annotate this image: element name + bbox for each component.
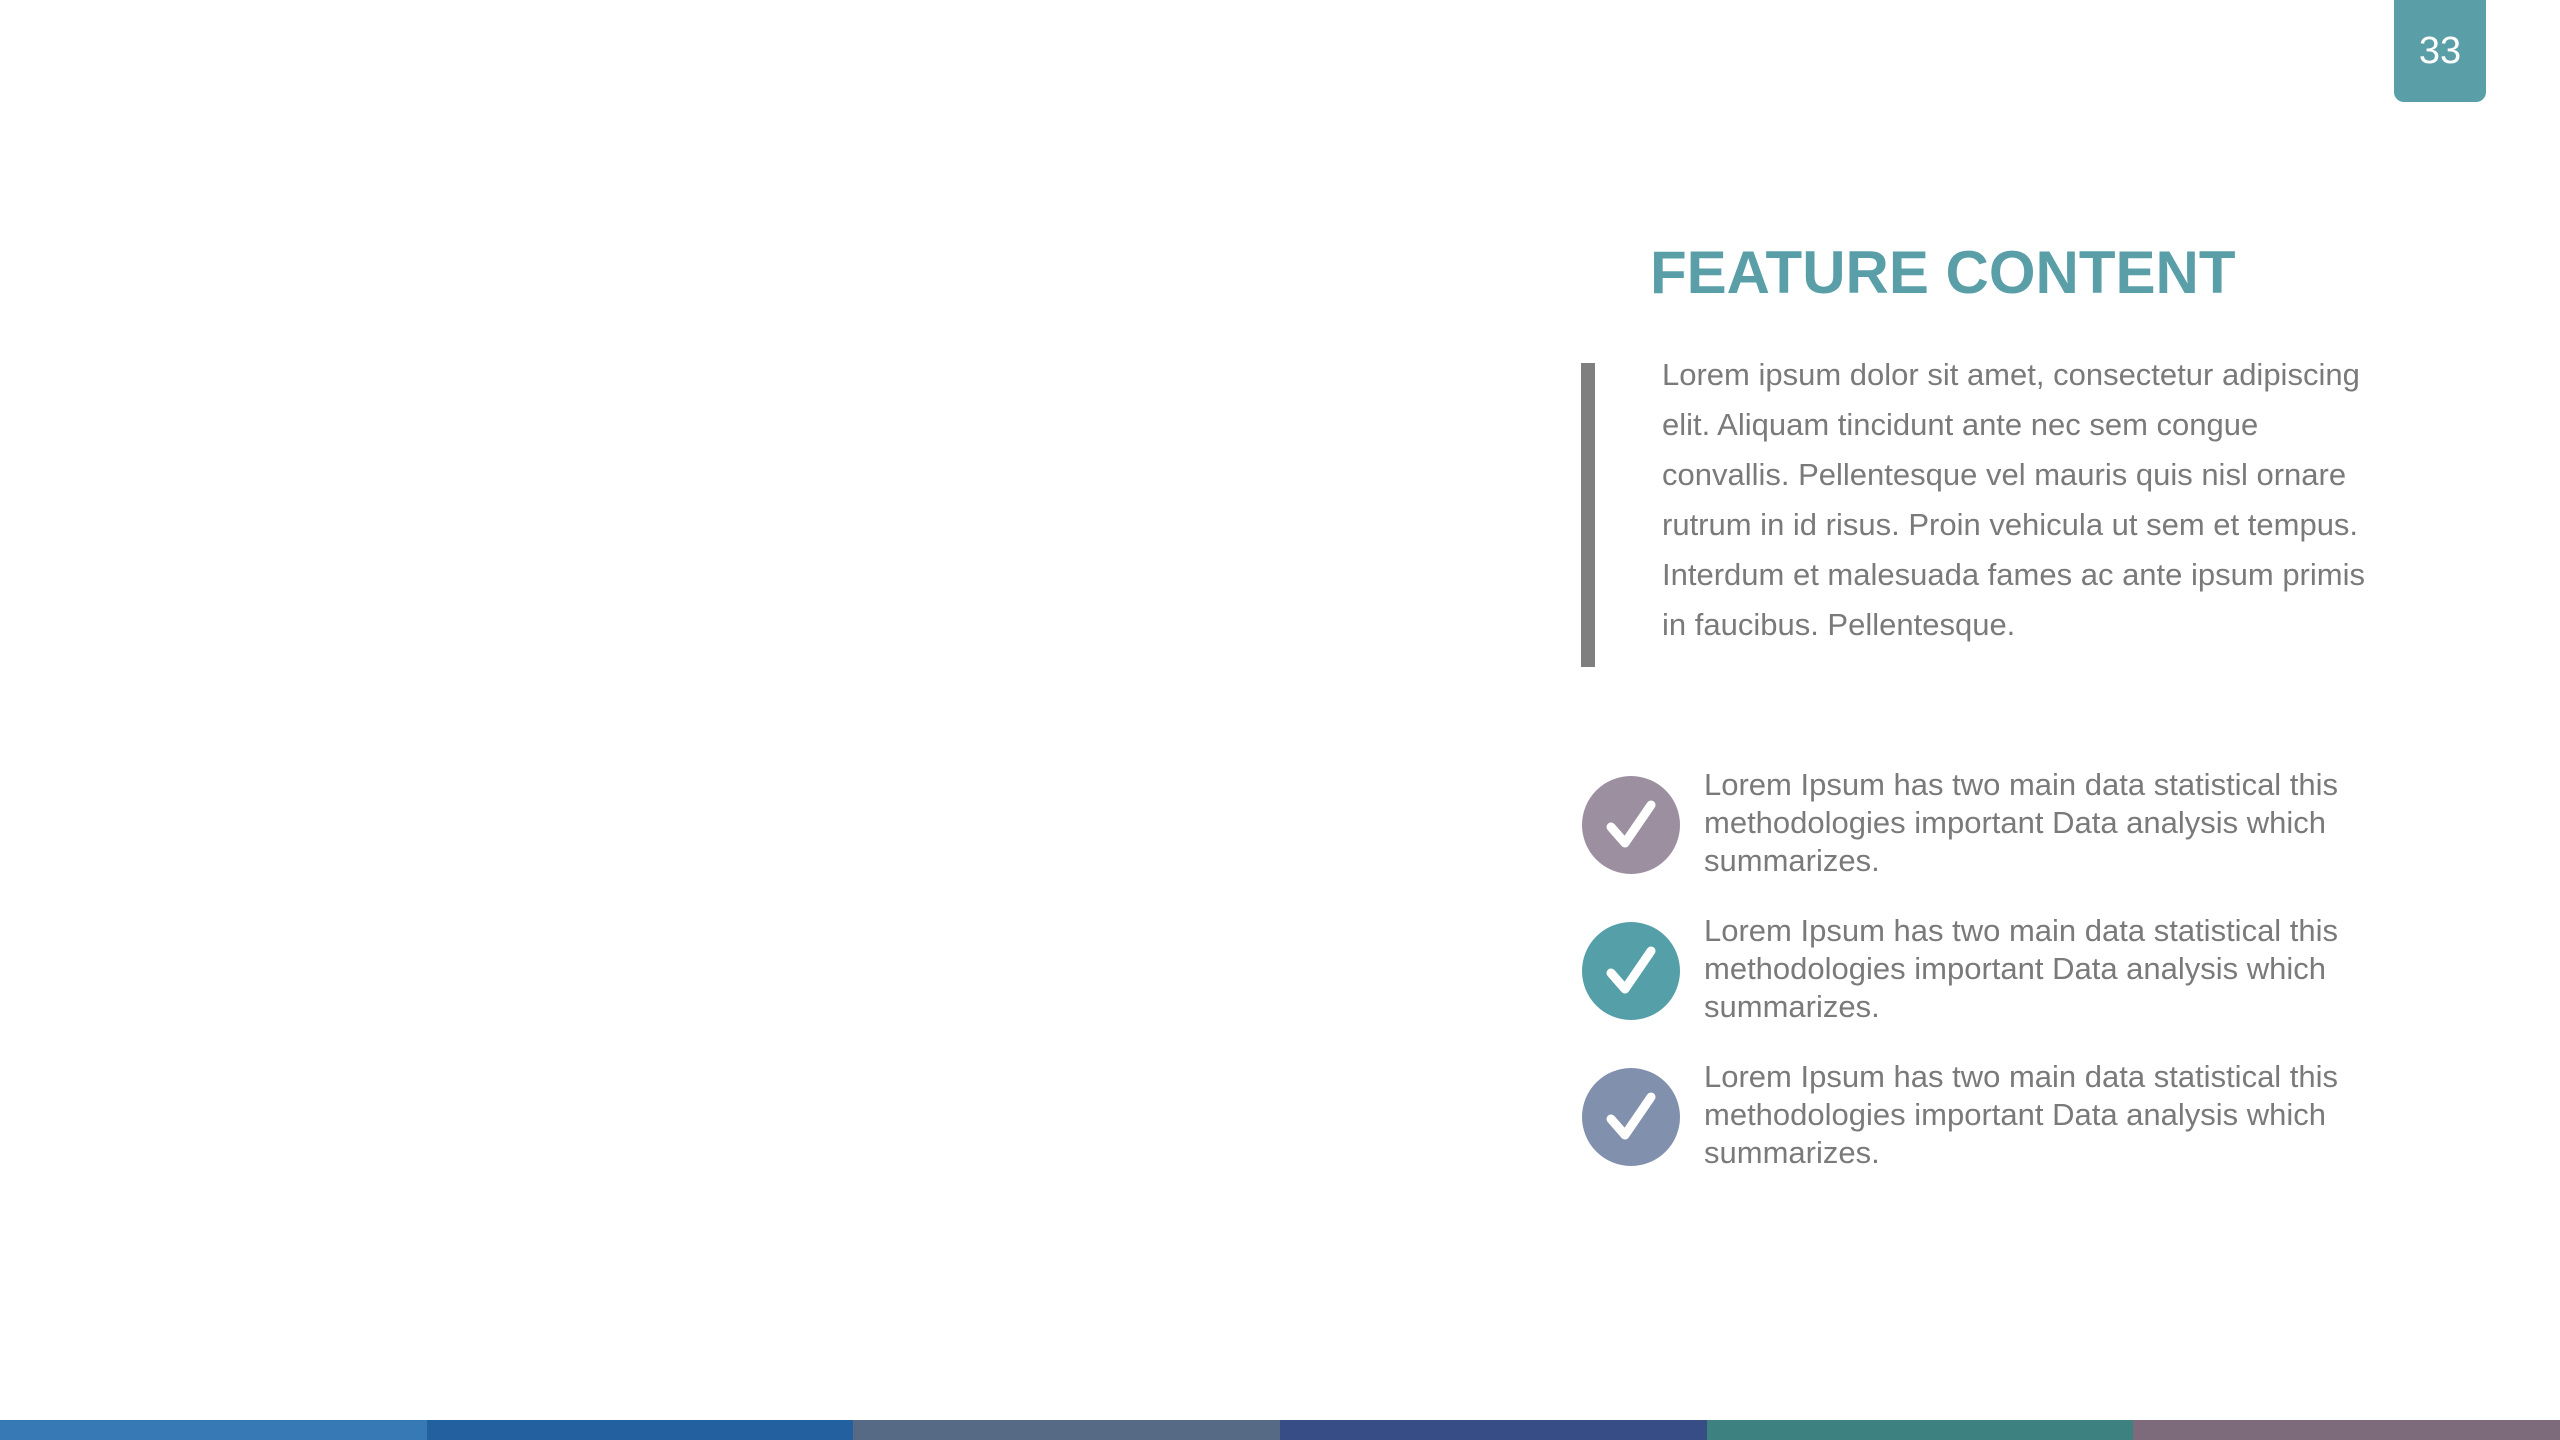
page-number-badge: 33 [2394, 0, 2486, 102]
footer-segment [2133, 1420, 2560, 1440]
check-icon [1582, 1068, 1680, 1166]
footer-segment [853, 1420, 1281, 1440]
feature-item: Lorem Ipsum has two main data statistica… [1582, 1058, 2382, 1204]
footer-segment [426, 1420, 854, 1440]
page-number: 33 [2418, 29, 2462, 72]
footer-segment [0, 1420, 427, 1440]
check-icon [1582, 776, 1680, 874]
quote-bar [1581, 363, 1595, 667]
footer-segment [1280, 1420, 1707, 1440]
footer-color-bar [0, 1420, 2560, 1440]
intro-paragraph: Lorem ipsum dolor sit amet, consectetur … [1662, 357, 2365, 642]
feature-text: Lorem Ipsum has two main data statistica… [1704, 1059, 2339, 1170]
footer-segment [1706, 1420, 2134, 1440]
feature-item: Lorem Ipsum has two main data statistica… [1582, 766, 2382, 912]
slide: 33 FEATURE CONTENT Lorem ipsum dolor sit… [0, 0, 2560, 1440]
feature-text: Lorem Ipsum has two main data statistica… [1704, 913, 2339, 1024]
feature-list: Lorem Ipsum has two main data statistica… [1582, 766, 2382, 1204]
feature-text: Lorem Ipsum has two main data statistica… [1704, 767, 2339, 878]
slide-title: FEATURE CONTENT [1650, 239, 2236, 306]
check-icon [1582, 922, 1680, 1020]
feature-item: Lorem Ipsum has two main data statistica… [1582, 912, 2382, 1058]
